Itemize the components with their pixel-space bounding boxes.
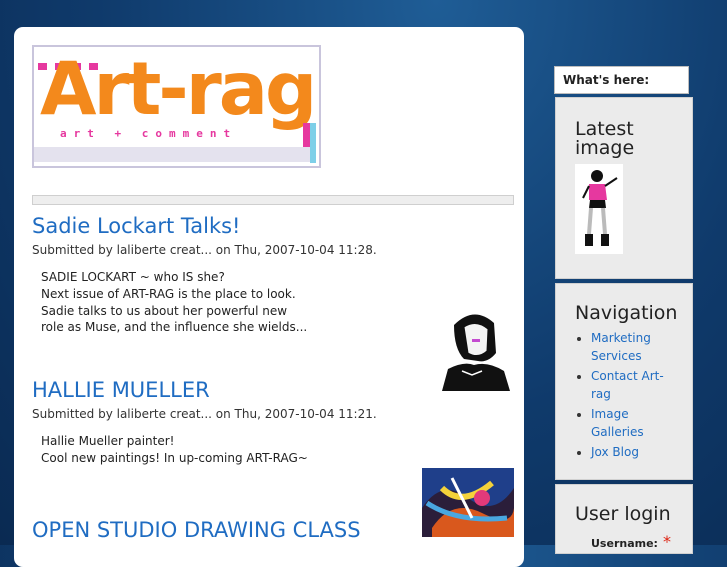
nav-link-marketing-services[interactable]: Marketing Services (591, 331, 651, 363)
post-meta: Submitted by laliberte creat... on Thu, … (32, 407, 377, 422)
post-title-link[interactable]: HALLIE MUELLER (32, 378, 514, 402)
nav-item: Image Galleries (591, 405, 682, 441)
logo-band (34, 147, 310, 162)
logo-tagline: art + comment (60, 127, 238, 140)
post-title-link[interactable]: OPEN STUDIO DRAWING CLASS (32, 518, 514, 542)
post-body-line: SADIE LOCKART ~ who IS she? (41, 270, 225, 285)
sidebar-whats-here-tab[interactable]: What's here: (554, 66, 689, 94)
nav-item: Contact Art-rag (591, 367, 682, 403)
content-divider-bar (32, 195, 514, 205)
nav-link-image-galleries[interactable]: Image Galleries (591, 407, 644, 439)
user-login-title: User login (575, 503, 671, 525)
post-open-studio: OPEN STUDIO DRAWING CLASS (32, 518, 514, 542)
site-logo[interactable]: Art-rag art + comment (32, 45, 321, 168)
username-label: Username: (591, 537, 658, 550)
post-meta: Submitted by laliberte creat... on Thu, … (32, 243, 377, 258)
required-mark: * (663, 532, 672, 551)
latest-image-thumbnail[interactable] (575, 164, 623, 254)
logo-accent-pink (303, 123, 310, 147)
navigation-list: Marketing Services Contact Art-rag Image… (575, 329, 682, 461)
user-login-block: User login Username: * (555, 484, 693, 554)
logo-accent-blue (310, 123, 316, 163)
nav-link-contact-art-rag[interactable]: Contact Art-rag (591, 369, 664, 401)
navigation-block: Navigation Marketing Services Contact Ar… (555, 283, 693, 480)
navigation-title: Navigation (575, 302, 678, 324)
post-sadie-lockart: Sadie Lockart Talks! Submitted by lalibe… (32, 214, 514, 391)
nav-item: Marketing Services (591, 329, 682, 365)
nav-item: Jox Blog (591, 443, 682, 461)
nav-link-jox-blog[interactable]: Jox Blog (591, 445, 639, 459)
latest-image-block: Latest image (555, 97, 693, 279)
logo-word: Art-rag (40, 47, 317, 132)
post-body-line: Hallie Mueller painter! (41, 434, 175, 449)
main-content-card: Art-rag art + comment Sadie Lockart Talk… (14, 27, 524, 567)
post-body-line: Next issue of ART-RAG is the place to lo… (41, 286, 296, 301)
post-title-link[interactable]: Sadie Lockart Talks! (32, 214, 514, 238)
post-hallie-mueller: HALLIE MUELLER Submitted by laliberte cr… (32, 378, 514, 537)
post-body-line: Cool new paintings! In up-coming ART-RAG… (41, 450, 308, 465)
post-body: Hallie Mueller painter! Cool new paintin… (32, 433, 514, 467)
latest-image-title: Latest image (575, 118, 635, 159)
username-field-label-row: Username: * (575, 532, 692, 551)
